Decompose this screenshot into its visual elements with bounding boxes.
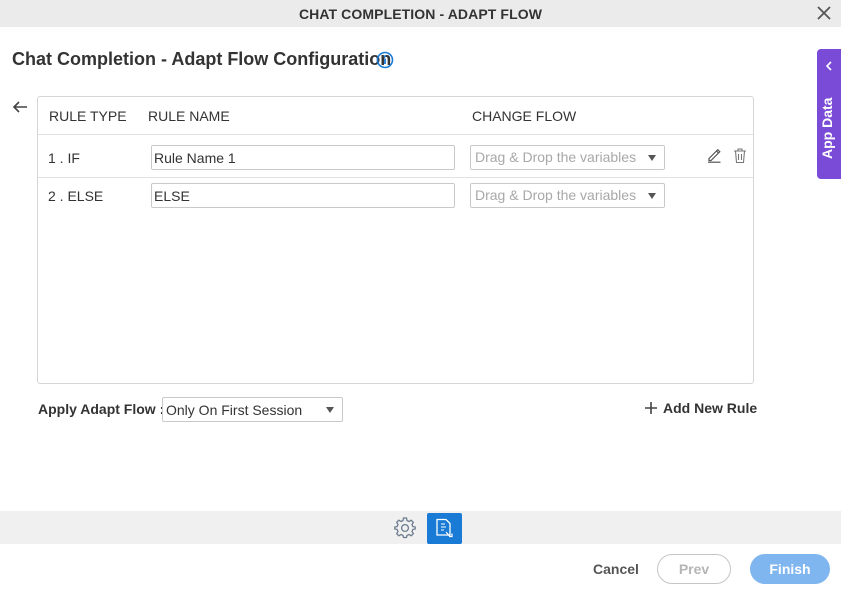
header-rule-type: RULE TYPE xyxy=(49,108,127,124)
back-arrow-icon[interactable] xyxy=(11,99,29,115)
rule-name-input[interactable] xyxy=(151,145,455,170)
close-icon[interactable] xyxy=(816,5,832,21)
header-rule-name: RULE NAME xyxy=(148,108,230,124)
add-new-rule-label: Add New Rule xyxy=(663,400,758,416)
change-flow-select[interactable]: Drag & Drop the variables xyxy=(470,145,665,170)
app-data-label: App Data xyxy=(819,97,835,159)
table-row: 2 . ELSE Drag & Drop the variables xyxy=(38,179,753,217)
caret-down-icon xyxy=(326,407,334,413)
dialog-title: CHAT COMPLETION - ADAPT FLOW xyxy=(298,6,543,22)
apply-adapt-flow-value: Only On First Session xyxy=(166,402,303,418)
cancel-button[interactable]: Cancel xyxy=(593,561,639,577)
apply-adapt-flow-select[interactable]: Only On First Session xyxy=(162,397,343,422)
dialog-title-bar: CHAT COMPLETION - ADAPT FLOW xyxy=(0,0,841,27)
prev-button[interactable]: Prev xyxy=(657,554,731,584)
rules-grid: RULE TYPE RULE NAME CHANGE FLOW 1 . IF D… xyxy=(37,96,754,384)
document-icon xyxy=(436,518,453,538)
table-row: 1 . IF Drag & Drop the variables xyxy=(38,141,753,178)
plus-icon xyxy=(645,402,657,414)
change-flow-select[interactable]: Drag & Drop the variables xyxy=(470,183,665,208)
data-mapping-button[interactable] xyxy=(427,513,462,544)
caret-down-icon xyxy=(648,193,656,199)
gear-icon[interactable] xyxy=(394,517,416,539)
caret-down-icon xyxy=(648,155,656,161)
change-flow-placeholder: Drag & Drop the variables xyxy=(475,187,637,203)
delete-icon[interactable] xyxy=(732,147,748,164)
chevron-left-icon xyxy=(825,61,832,71)
bottom-toolbar xyxy=(0,511,841,544)
page-title: Chat Completion - Adapt Flow Configurati… xyxy=(12,49,392,69)
finish-button[interactable]: Finish xyxy=(750,554,830,584)
grid-header: RULE TYPE RULE NAME CHANGE FLOW xyxy=(38,97,753,135)
app-data-tab[interactable]: App Data xyxy=(817,49,841,179)
rule-type-cell: 2 . ELSE xyxy=(48,188,104,204)
rule-name-input[interactable] xyxy=(151,183,455,208)
add-new-rule-button[interactable]: Add New Rule xyxy=(644,400,757,416)
rule-type-cell: 1 . IF xyxy=(48,150,80,166)
header-change-flow: CHANGE FLOW xyxy=(472,108,577,124)
edit-icon[interactable] xyxy=(706,147,722,163)
change-flow-placeholder: Drag & Drop the variables xyxy=(475,149,637,165)
apply-adapt-flow-label: Apply Adapt Flow : xyxy=(38,401,165,417)
info-icon[interactable] xyxy=(376,51,394,69)
